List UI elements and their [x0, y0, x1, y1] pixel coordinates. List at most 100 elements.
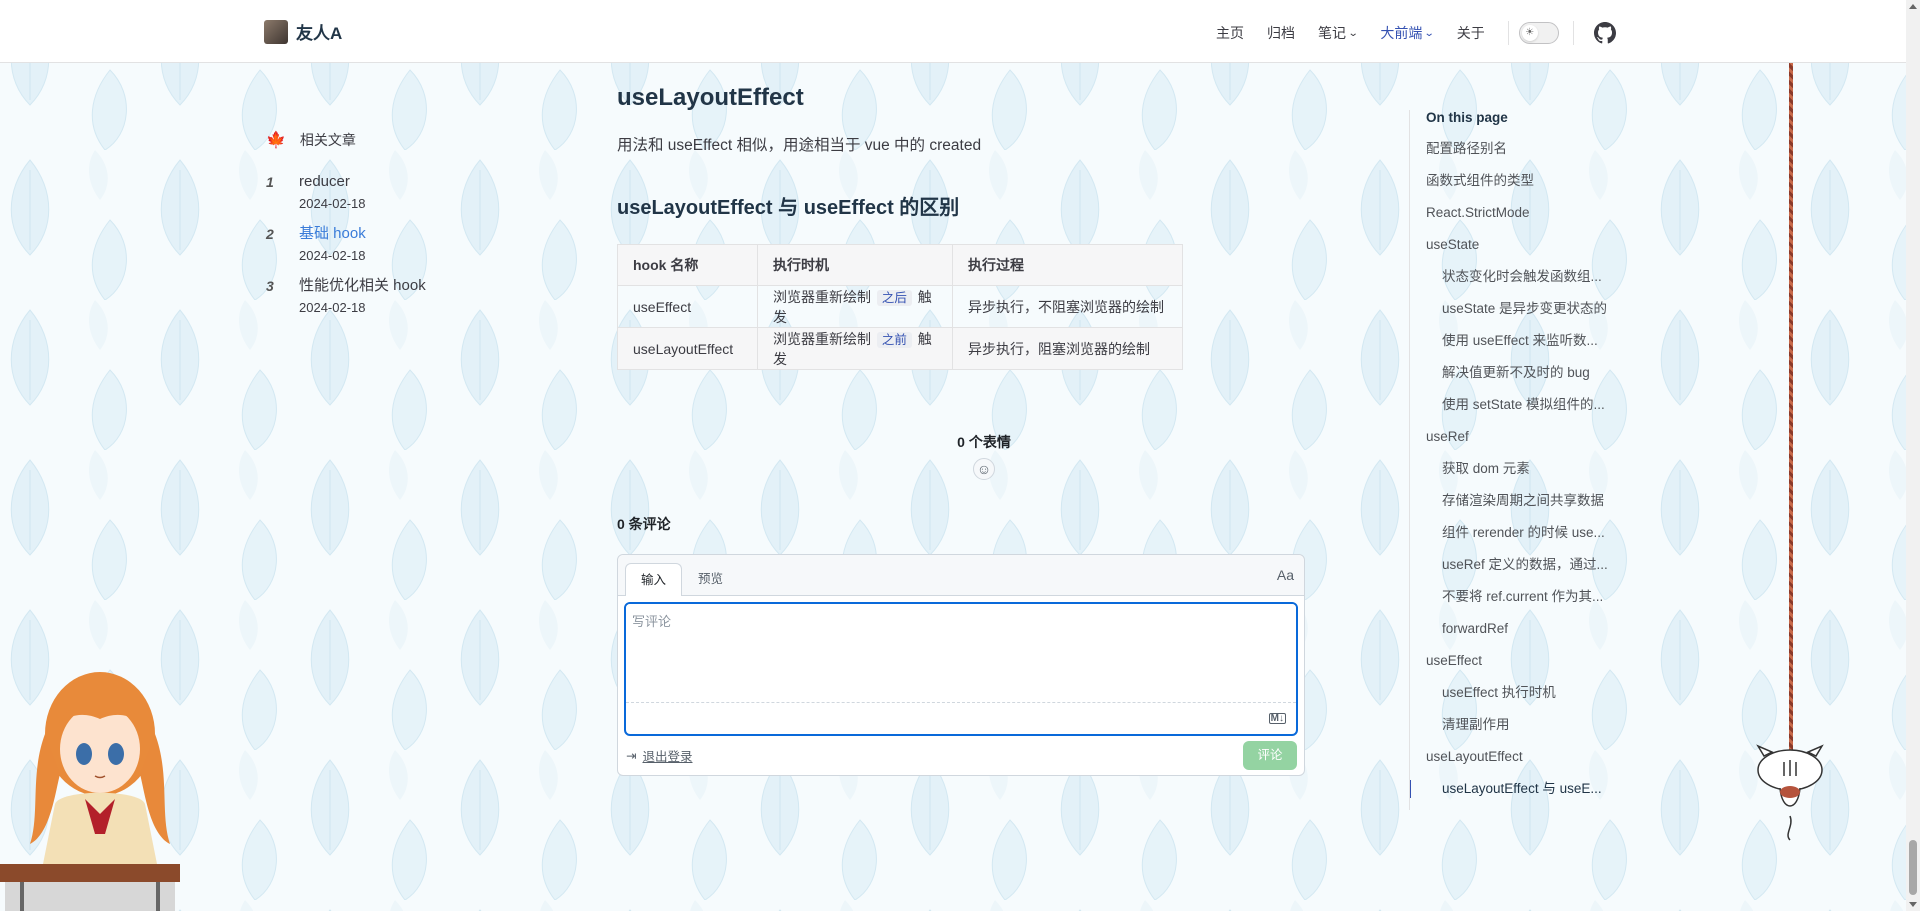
nav-divider	[1507, 21, 1509, 45]
related-item-date: 2024-02-18	[299, 248, 366, 263]
toc-title: On this page	[1426, 110, 1508, 125]
nav-item-label: 大前端	[1380, 25, 1423, 41]
toc-item[interactable]: 不要将 ref.current 作为其...	[1410, 586, 1629, 618]
toc-item[interactable]: useState 是异步变更状态的	[1410, 298, 1629, 330]
toc-item[interactable]: 存储渲染周期之间共享数据	[1410, 490, 1629, 522]
tab-write[interactable]: 输入	[625, 563, 683, 596]
toc-item[interactable]: 清理副作用	[1410, 714, 1629, 746]
toc-item[interactable]: 解决值更新不及时的 bug	[1410, 362, 1629, 394]
toc-item[interactable]: 状态变化时会触发函数组...	[1410, 266, 1629, 298]
markdown-icon: M↓	[1268, 713, 1286, 724]
github-icon[interactable]	[1593, 22, 1616, 44]
comment-box: 输入 预览 Aa M↓ ⇥ 退出登录 评论	[617, 554, 1305, 776]
comment-tabs: 输入 预览 Aa	[618, 555, 1304, 596]
chevron-down-icon: ⌄	[1424, 27, 1436, 39]
toc-item[interactable]: useEffect 执行时机	[1410, 682, 1629, 714]
nav-item-frontend[interactable]: 大前端 ⌄	[1380, 23, 1436, 43]
toc-item[interactable]: forwardRef	[1410, 618, 1629, 650]
nav-item-home[interactable]: 主页	[1216, 23, 1244, 43]
nav-item-label: 笔记	[1318, 25, 1346, 41]
toc-item[interactable]: 组件 rerender 的时候 use...	[1410, 522, 1629, 554]
table-row: useEffect 浏览器重新绘制 之后 触发 异步执行，不阻塞浏览器的绘制	[617, 285, 1183, 328]
related-item[interactable]: 1 reducer 2024-02-18	[266, 172, 506, 211]
toc-item[interactable]: useState	[1410, 234, 1629, 266]
nav-item-label: 归档	[1267, 25, 1295, 41]
comparison-table: hook 名称 执行时机 执行过程 useEffect 浏览器重新绘制 之后 触…	[617, 244, 1183, 370]
toc-item[interactable]: React.StrictMode	[1410, 202, 1629, 234]
toc-item[interactable]: 获取 dom 元素	[1410, 458, 1629, 490]
table-cell: 异步执行，不阻塞浏览器的绘制	[952, 285, 1183, 328]
font-toggle-button[interactable]: Aa	[1277, 567, 1294, 583]
tab-preview[interactable]: 预览	[683, 563, 738, 596]
table-header-row: hook 名称 执行时机 执行过程	[617, 244, 1183, 286]
table-cell: useLayoutEffect	[617, 327, 758, 370]
toc-item[interactable]: useRef	[1410, 426, 1629, 458]
table-header: hook 名称	[617, 244, 758, 286]
sun-icon: ☀	[1521, 25, 1538, 41]
comment-count: 0 条评论	[617, 516, 671, 532]
reactions: 0 个表情 ☺	[934, 432, 1034, 480]
hanging-rope	[1789, 0, 1793, 780]
site-logo	[264, 19, 288, 44]
nav-item-archive[interactable]: 归档	[1267, 23, 1295, 43]
scroll-down-arrow[interactable]	[1909, 902, 1917, 907]
toc-list: 配置路径别名 函数式组件的类型 React.StrictMode useState 状态…	[1410, 138, 1629, 810]
table-cell: 浏览器重新绘制 之前 触发	[757, 327, 953, 370]
toc-item[interactable]: 使用 setState 模拟组件的...	[1410, 394, 1629, 426]
code-tag: 之前	[876, 331, 912, 348]
nav-menu: 主页 归档 笔记 ⌄ 大前端 ⌄ 关于 ☀	[1216, 21, 1616, 45]
reactions-count: 0 个表情	[957, 434, 1011, 450]
nav-item-notes[interactable]: 笔记 ⌄	[1318, 23, 1359, 43]
toc-item[interactable]: useEffect	[1410, 650, 1629, 682]
logout-link[interactable]: ⇥ 退出登录	[626, 746, 693, 765]
table-cell: 浏览器重新绘制 之后 触发	[757, 285, 953, 328]
related-heading: 🍁 相关文章	[266, 130, 506, 150]
related-item-date: 2024-02-18	[299, 300, 366, 315]
toc-item[interactable]: useLayoutEffect 与 useE...	[1410, 778, 1629, 810]
toc-item[interactable]: 使用 useEffect 来监听数...	[1410, 330, 1629, 362]
related-item-number: 1	[266, 174, 274, 190]
related-item-title[interactable]: 性能优化相关 hook	[299, 276, 426, 296]
comment-input[interactable]	[626, 604, 1296, 703]
toc-item[interactable]: 函数式组件的类型	[1410, 170, 1629, 202]
table-row: useLayoutEffect 浏览器重新绘制 之前 触发 异步执行，阻塞浏览器…	[617, 327, 1183, 370]
table-cell: 异步执行，阻塞浏览器的绘制	[952, 327, 1183, 370]
table-header: 执行过程	[952, 244, 1183, 286]
page-scrollbar[interactable]	[1906, 0, 1920, 911]
scrollbar-thumb[interactable]	[1909, 840, 1917, 895]
submit-comment-button[interactable]: 评论	[1243, 741, 1297, 770]
smiley-icon[interactable]: ☺	[973, 458, 995, 480]
site-brand[interactable]: 友人A	[264, 19, 342, 44]
cell-text: 浏览器重新绘制	[773, 288, 871, 305]
related-item-number: 2	[266, 226, 274, 242]
paragraph: 用法和 useEffect 相似，用途相当于 vue 中的 created	[617, 137, 982, 154]
subsection-heading: useLayoutEffect 与 useEffect 的区别	[617, 197, 960, 219]
nav-item-label: 关于	[1456, 25, 1485, 41]
theme-toggle[interactable]: ☀	[1518, 22, 1559, 44]
table-of-contents: On this page 配置路径别名 函数式组件的类型 React.StrictM…	[1409, 110, 1629, 810]
related-item[interactable]: 3 性能优化相关 hook 2024-02-18	[266, 276, 506, 315]
related-articles: 🍁 相关文章 1 reducer 2024-02-18 2 基础 hook 20…	[266, 130, 506, 328]
hanging-cat-mascot	[1756, 744, 1824, 841]
related-item-title[interactable]: reducer	[299, 172, 366, 192]
related-item[interactable]: 2 基础 hook 2024-02-18	[266, 224, 506, 263]
table-header: 执行时机	[757, 244, 953, 286]
sign-out-icon: ⇥	[626, 749, 637, 763]
article-content: useLayoutEffect 用法和 useEffect 相似，用途相当于 v…	[617, 84, 1307, 776]
related-item-number: 3	[266, 278, 274, 294]
toc-item[interactable]: useRef 定义的数据，通过...	[1410, 554, 1629, 586]
related-item-date: 2024-02-18	[299, 196, 366, 211]
nav-divider	[1572, 21, 1574, 45]
scroll-up-arrow[interactable]	[1909, 4, 1917, 9]
toc-item[interactable]: 配置路径别名	[1410, 138, 1629, 170]
anime-girl-mascot	[0, 672, 180, 911]
related-heading-label: 相关文章	[299, 132, 356, 148]
cell-text: 浏览器重新绘制	[773, 330, 871, 347]
table-cell: useEffect	[617, 285, 758, 328]
maple-leaf-icon: 🍁	[266, 132, 286, 149]
toc-item[interactable]: useLayoutEffect	[1410, 746, 1629, 778]
related-item-title[interactable]: 基础 hook	[299, 224, 366, 244]
nav-item-about[interactable]: 关于	[1457, 23, 1485, 43]
code-tag: 之后	[876, 289, 912, 306]
site-name: 友人A	[296, 24, 343, 43]
